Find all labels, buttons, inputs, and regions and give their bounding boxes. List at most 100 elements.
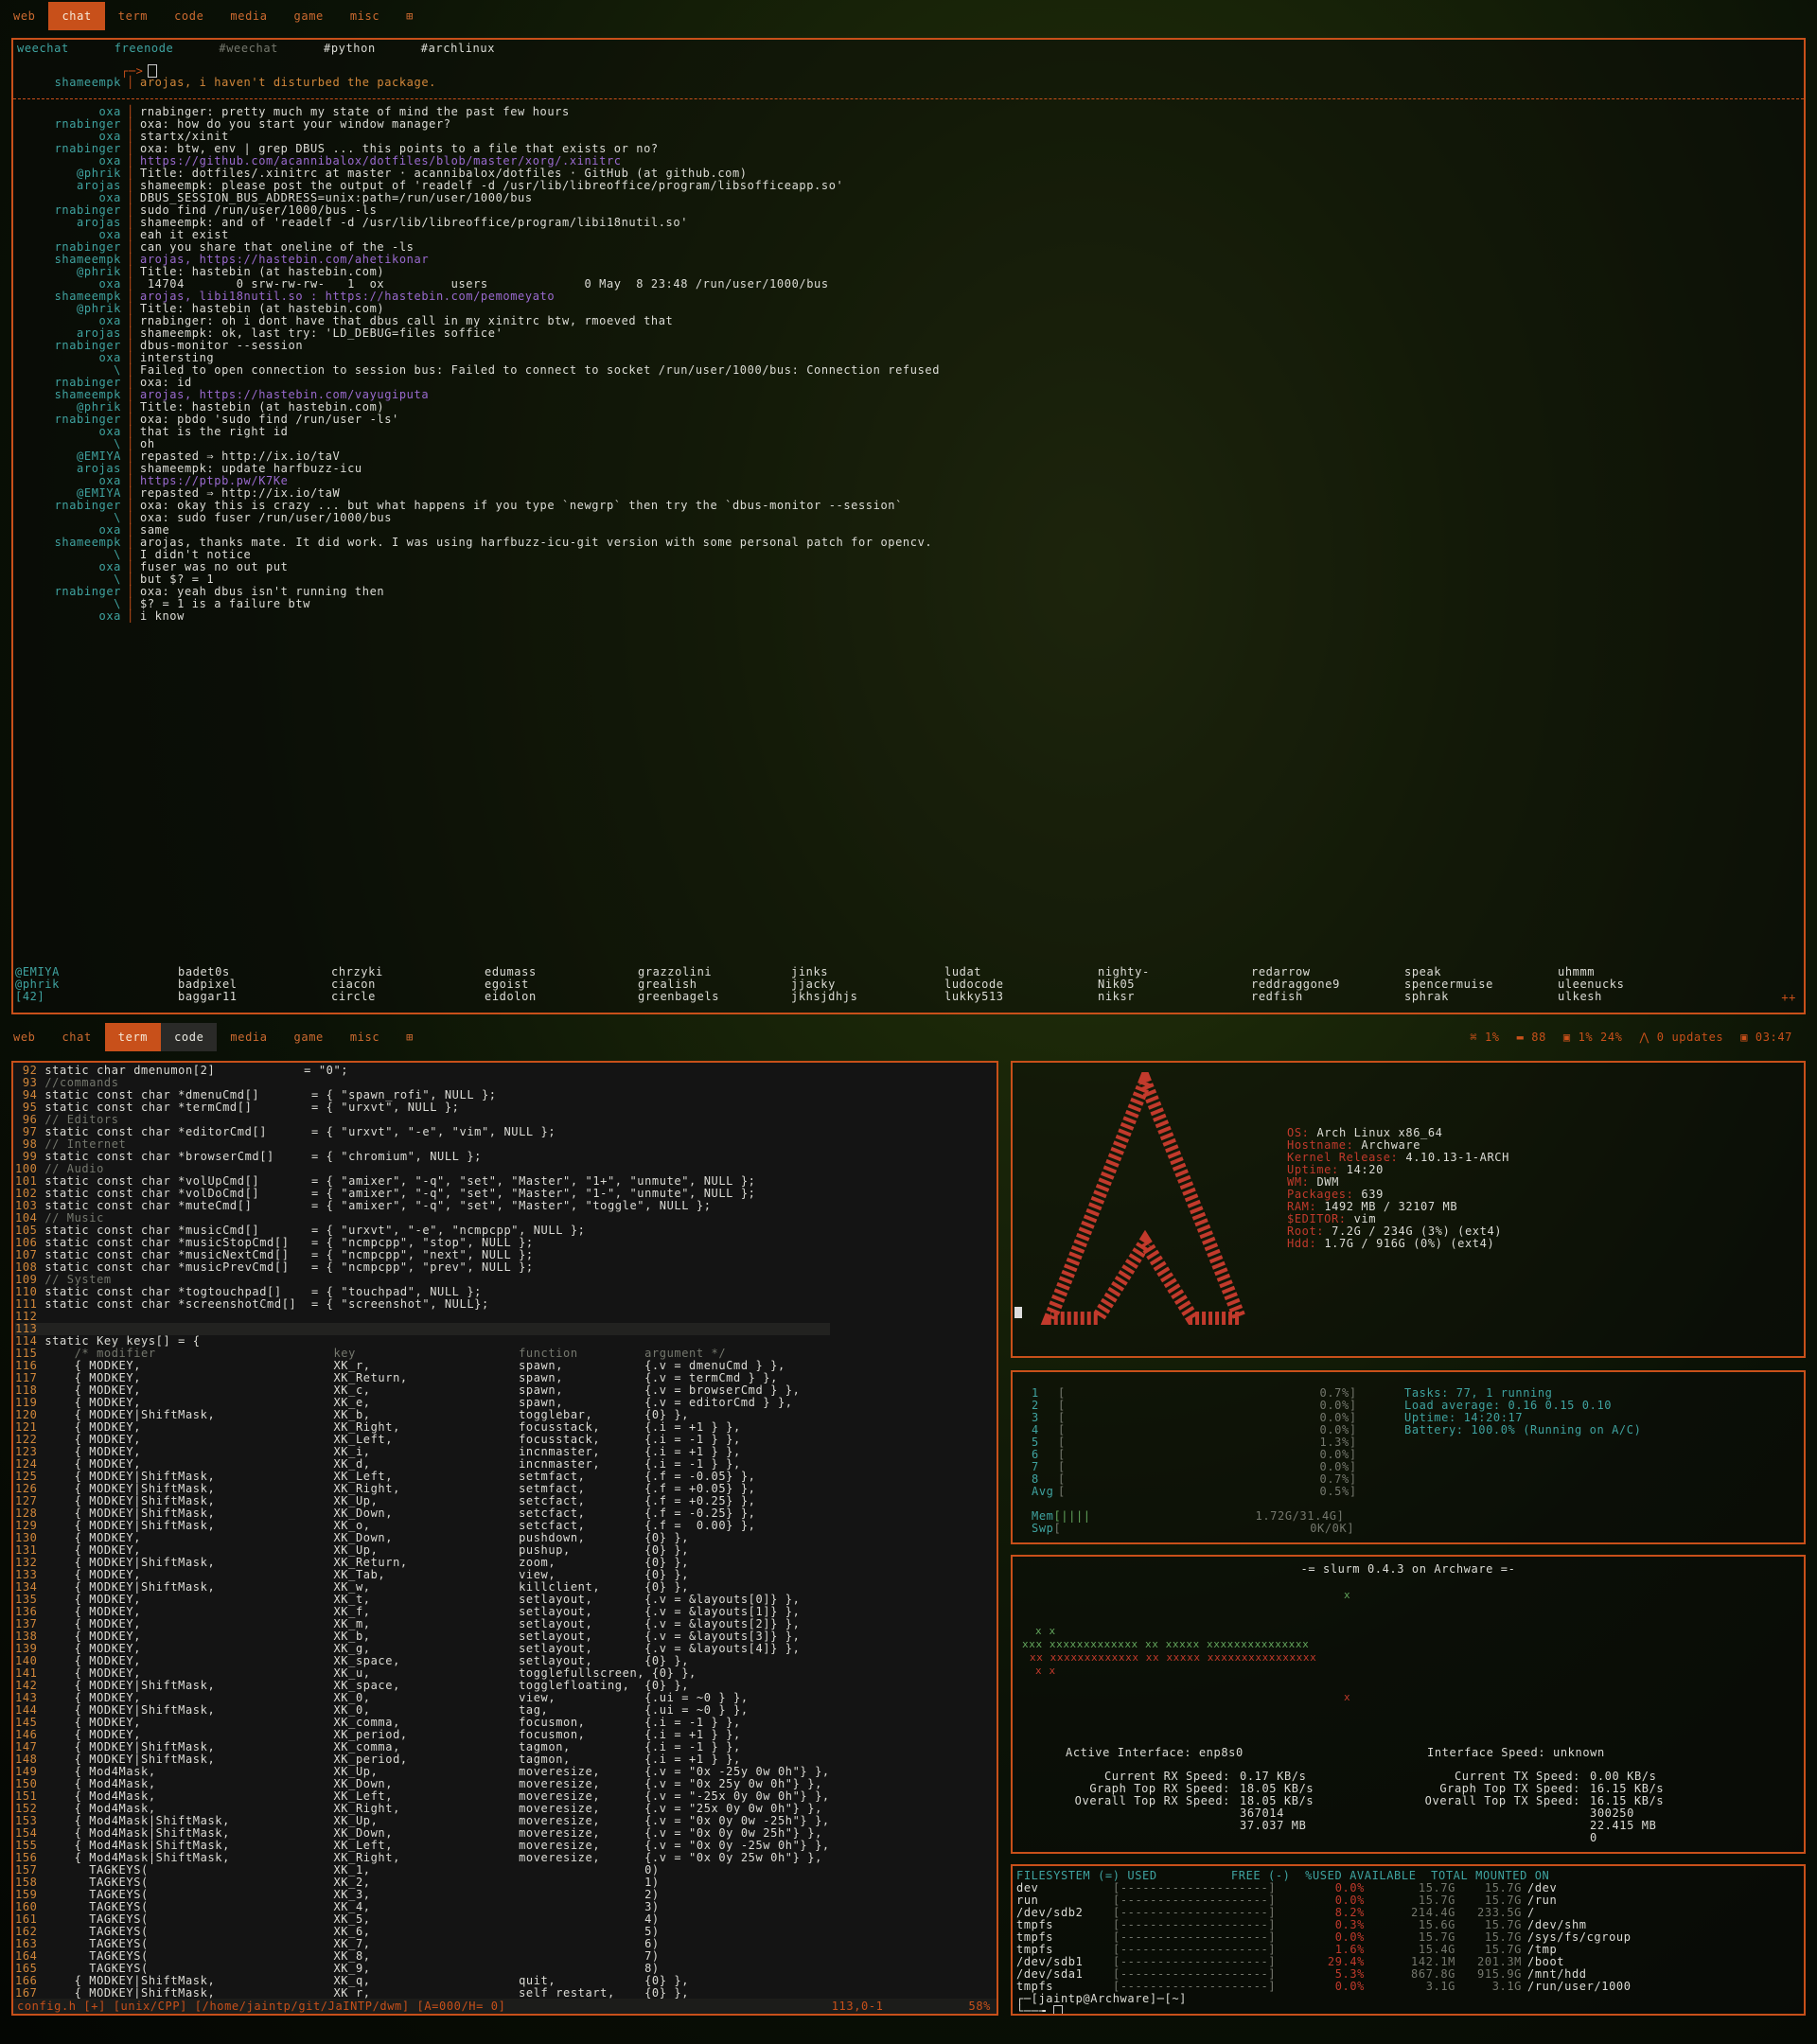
- chat-nick: rnabinger: [54, 585, 121, 598]
- buffer-python[interactable]: #python: [324, 42, 376, 57]
- nick-entry[interactable]: jkhsjdhjs: [791, 991, 944, 1003]
- nick-entry[interactable]: sphrak: [1404, 991, 1558, 1003]
- weechat-window[interactable]: weechat freenode #weechat #python #archlinux…: [11, 38, 1806, 1014]
- chat-message: fuser was no out put: [140, 560, 289, 573]
- tab-game[interactable]: game: [281, 1023, 337, 1051]
- code-text: TAGKEYS( XK_1, 0): [44, 1863, 660, 1877]
- chat-message: repasted ⇒ http://ix.io/taV: [140, 449, 341, 463]
- code-text: static const char *volUpCmd[] = { "amixe…: [44, 1174, 756, 1188]
- cpu-bar-end: ]: [1349, 1460, 1357, 1473]
- swp-value: 0K/0K: [1310, 1522, 1348, 1535]
- code-text: { MODKEY, XK_b, setlayout, {.v = &layout…: [44, 1630, 801, 1643]
- chat-message: eah it exist: [140, 228, 229, 241]
- line-number: 152: [15, 1802, 45, 1815]
- tab-chat[interactable]: chat: [48, 1023, 104, 1051]
- nick-entry[interactable]: baggar11: [178, 991, 331, 1003]
- tab-misc[interactable]: misc: [337, 2, 393, 30]
- tab-code[interactable]: code: [161, 2, 217, 30]
- line-number: 149: [15, 1765, 45, 1778]
- cpu-bar-end: ]: [1349, 1386, 1357, 1400]
- tab-misc[interactable]: misc: [337, 1023, 393, 1051]
- chat-message: shameempk: please post the output of 're…: [140, 179, 844, 192]
- line-number: 92: [15, 1064, 45, 1077]
- shell-prompt[interactable]: ┌─[jaintp@Archware]─[~] └──╼: [1016, 1993, 1187, 2014]
- tab-media[interactable]: media: [217, 1023, 280, 1051]
- tab-web[interactable]: web: [0, 2, 48, 30]
- input-line[interactable]: ┌─> shameempk │ arojas, i haven't disturbe…: [17, 64, 436, 89]
- code-text: static const char *volDoCmd[] = { "amixe…: [44, 1187, 756, 1200]
- status-area: ⌘ 1% ▬ 88 ▣ 1% 24% ⋀ 0 updates ▣ 03:47: [1470, 1031, 1792, 1044]
- buffer-weechat[interactable]: weechat: [17, 42, 69, 57]
- code-text: static const char *musicStopCmd[] = { "n…: [44, 1236, 534, 1249]
- sysinfo-key: Root:: [1287, 1225, 1325, 1238]
- nick-entry[interactable]: greenbagels: [638, 991, 791, 1003]
- updates-status: ⋀ 0 updates: [1639, 1031, 1724, 1044]
- nick-entry[interactable]: circle: [331, 991, 485, 1003]
- line-number: 113: [15, 1322, 45, 1335]
- tab-term[interactable]: term: [105, 2, 161, 30]
- sysinfo-value: vim: [1353, 1212, 1377, 1225]
- arch-logo-shape: [1040, 1072, 1250, 1325]
- tab-media[interactable]: media: [217, 2, 280, 30]
- code-line: 108 static const char *musicPrevCmd[] = …: [15, 1261, 830, 1274]
- code-text: { MODKEY|ShiftMask, XK_0, tag, {.ui = ~0…: [44, 1703, 749, 1717]
- code-text: { MODKEY, XK_Tab, view, {0} },: [44, 1568, 690, 1581]
- traffic-graph: x xx xxxxxxxxxxxxx xx xxxxx xxxxxxxxxxxxx…: [1022, 1589, 1350, 1703]
- buffer-weechat[interactable]: #weechat: [219, 42, 278, 57]
- line-number: 157: [15, 1863, 45, 1877]
- tab-chat[interactable]: chat: [48, 2, 105, 30]
- htop-window[interactable]: 1[0.7%] 2[0.0%] 3[0.0%] 4[0.0%] 5[1.3%] 6[0.0…: [1011, 1370, 1806, 1544]
- slurm-window[interactable]: -= slurm 0.4.3 on Archware =- x xx xxxxxx…: [1011, 1555, 1806, 1854]
- code-text: // Editors: [44, 1113, 119, 1126]
- tab-game[interactable]: game: [281, 2, 337, 30]
- line-number: 160: [15, 1900, 45, 1913]
- grid-icon[interactable]: ⊞: [393, 2, 427, 30]
- line-number: 131: [15, 1543, 45, 1557]
- line-number: 134: [15, 1580, 45, 1594]
- tx-stat-value: 16.15 KB/s: [1590, 1794, 1665, 1807]
- buffer-archlinux[interactable]: #archlinux: [421, 42, 495, 57]
- code-text: { MODKEY|ShiftMask, XK_r, self_restart, …: [44, 1986, 690, 2000]
- rx-stat-label: Overall Top RX Speed:: [1074, 1794, 1230, 1807]
- line-number: 135: [15, 1593, 45, 1606]
- screenfetch-window[interactable]: OS: Arch Linux x86_64 Hostname: Archware Ker…: [1011, 1061, 1806, 1358]
- sysinfo-key: Hostname:: [1287, 1138, 1354, 1152]
- tab-term[interactable]: term: [104, 1023, 162, 1051]
- nick-entry[interactable]: niksr: [1098, 991, 1251, 1003]
- chat-message: https://ptpb.pw/K7Ke: [140, 474, 289, 487]
- code-text: { MODKEY|ShiftMask, XK_b, togglebar, {0}…: [44, 1408, 690, 1421]
- line-number: 116: [15, 1359, 45, 1372]
- nick-entry[interactable]: eidolon: [485, 991, 638, 1003]
- active-interface: Active Interface: enp8s0: [1066, 1746, 1244, 1759]
- statusline-file: config.h [+] [unix/CPP] [/home/jaintp/gi…: [17, 2000, 506, 2013]
- rx-stat-value: 37.037 MB: [1240, 1819, 1307, 1832]
- sysinfo-key: $EDITOR:: [1287, 1212, 1347, 1225]
- rx-stat: 37.037 MB: [1032, 1820, 1314, 1832]
- code-buffer[interactable]: 92 static char dmenumon[2] = "0"; 93 //c…: [15, 1065, 830, 2000]
- buffer-bar: weechat freenode #weechat #python #archlinux: [17, 42, 495, 57]
- top-tabs: web chat term code media game misc ⊞: [0, 2, 427, 30]
- grid-icon[interactable]: ⊞: [393, 1023, 427, 1051]
- nick-entry[interactable]: ulkesh: [1558, 991, 1711, 1003]
- more-indicator: ++: [1781, 991, 1796, 1004]
- line-number: 151: [15, 1789, 45, 1803]
- code-text: { MODKEY, XK_Up, pushup, {0} },: [44, 1543, 690, 1557]
- cpu-bar: [: [1058, 1460, 1066, 1473]
- tab-code[interactable]: code: [161, 1023, 218, 1051]
- cpu-percent: 0.0%: [1319, 1399, 1350, 1412]
- buffer-freenode[interactable]: freenode: [115, 42, 174, 57]
- nick-entry[interactable]: redfish: [1251, 991, 1404, 1003]
- tab-web[interactable]: web: [0, 1023, 48, 1051]
- vim-window[interactable]: 92 static char dmenumon[2] = "0"; 93 //c…: [11, 1061, 998, 2016]
- statusline-pct: 58%: [968, 2000, 991, 2013]
- code-text: static const char *termCmd[] = { "urxvt"…: [44, 1101, 460, 1114]
- cpu-meter: 2[0.0%]: [1032, 1400, 1357, 1412]
- code-text: static const char *togtouchpad[] = { "to…: [44, 1285, 482, 1298]
- nick-entry[interactable]: lukky513: [944, 991, 1098, 1003]
- dfc-window[interactable]: FILESYSTEM (=) USED FREE (-) %USED AVAIL…: [1011, 1864, 1806, 2016]
- line-number: 129: [15, 1519, 45, 1532]
- cpu-bar: [: [1058, 1423, 1066, 1436]
- code-text: { MODKEY, XK_u, togglefullscreen, {0} },: [44, 1666, 697, 1680]
- nick-entry[interactable]: [42]: [15, 991, 178, 1003]
- chat-message: oxa: pbdo 'sudo find /run/user -ls': [140, 413, 399, 426]
